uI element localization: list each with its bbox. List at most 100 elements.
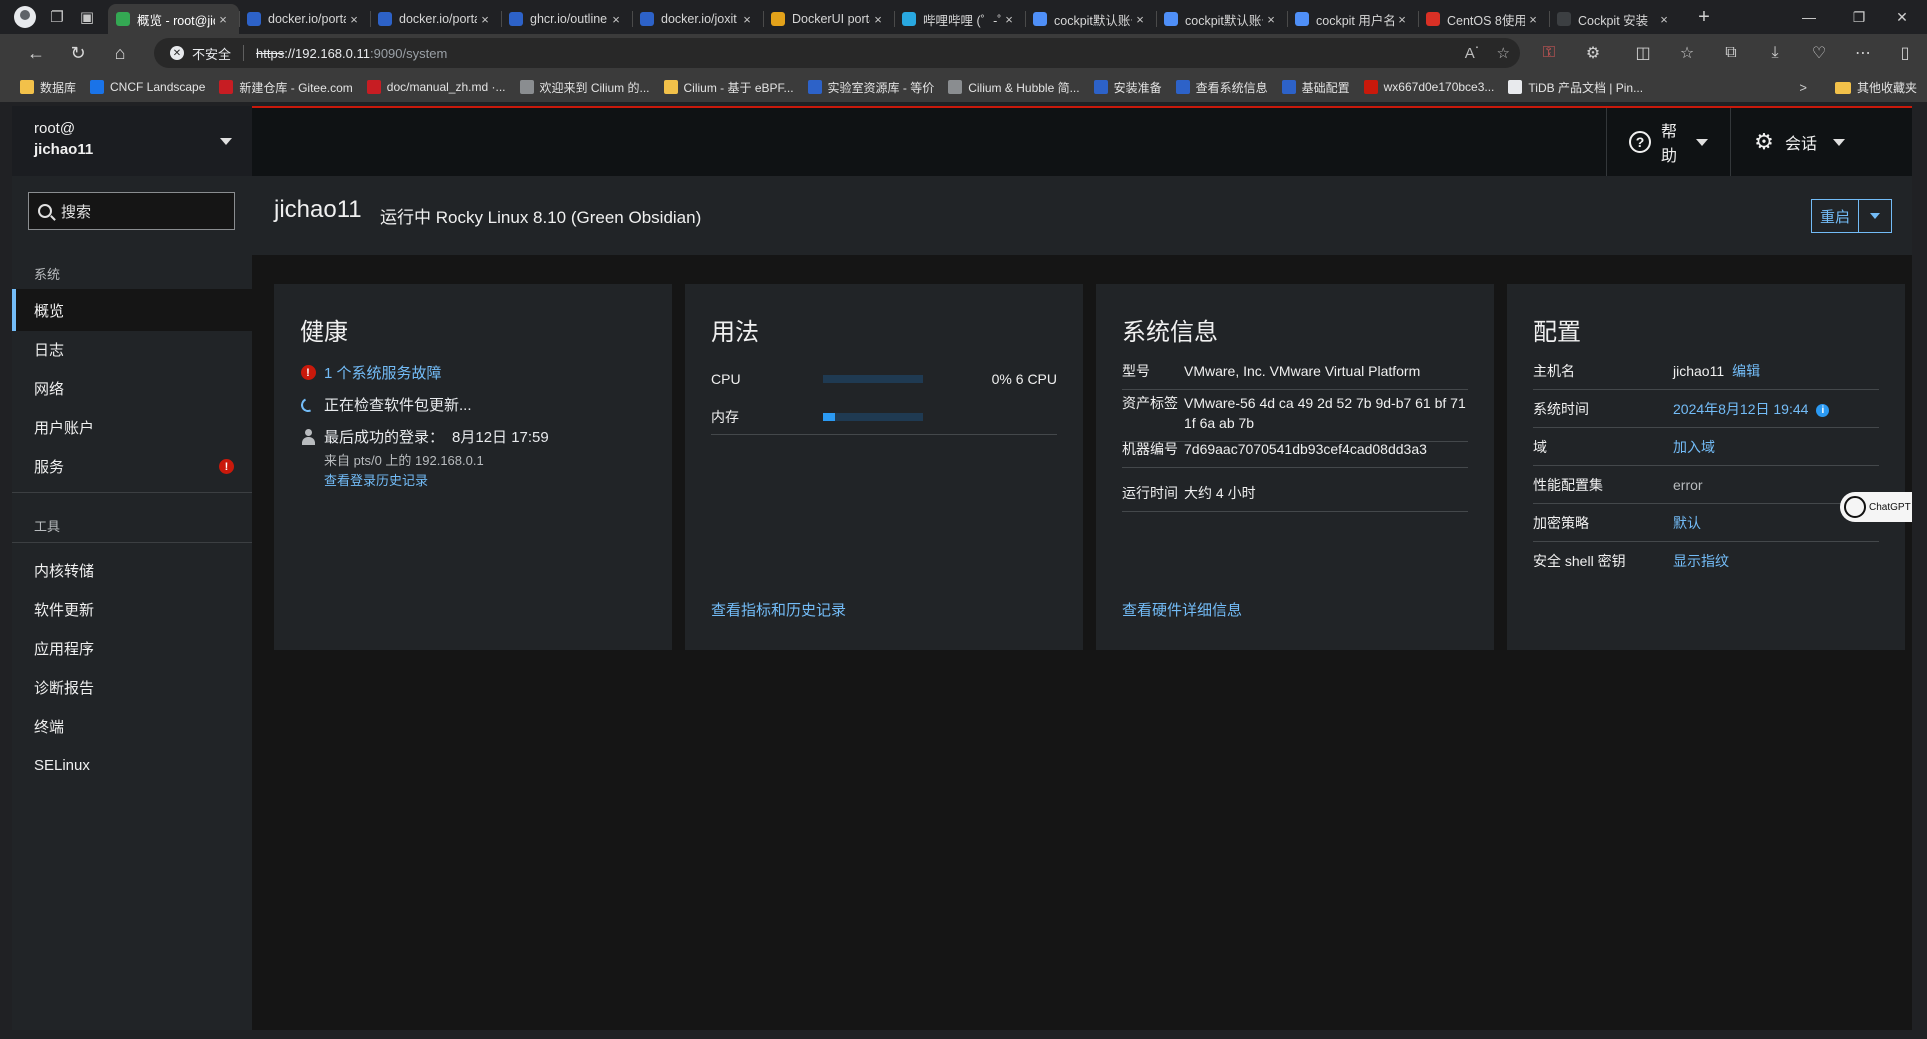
close-tab-icon[interactable]: × [1132, 12, 1148, 27]
close-tab-icon[interactable]: × [870, 12, 886, 27]
edit-hostname-link[interactable]: 编辑 [1732, 363, 1760, 379]
bookmark-favicon-icon [807, 80, 822, 94]
new-tab-button[interactable]: + [1688, 6, 1720, 29]
help-question-glyph: ? [1629, 131, 1651, 153]
close-tab-icon[interactable]: × [1394, 12, 1410, 27]
not-secure-label[interactable]: 不安全 [192, 44, 231, 63]
close-tab-icon[interactable]: × [215, 12, 231, 27]
browser-tab[interactable]: ghcr.io/outline × [501, 4, 632, 34]
more-menu-icon[interactable]: ⋯ [1848, 38, 1878, 68]
session-menu-button[interactable]: ⚙ 会话 [1730, 108, 1874, 176]
bookmark-item[interactable]: 实验室资源库 - 等价 [807, 79, 934, 96]
sidebar-item-label: 网络 [34, 380, 65, 398]
bookmark-item[interactable]: TiDB 产品文档 | Pin... [1508, 79, 1643, 96]
minimize-button[interactable]: — [1784, 0, 1834, 34]
close-tab-icon[interactable]: × [1525, 12, 1541, 27]
sidebar-item-logs[interactable]: 日志 [12, 328, 252, 370]
bookmark-item[interactable]: 欢迎来到 Cilium 的... [519, 79, 650, 96]
close-tab-icon[interactable]: × [1001, 12, 1017, 27]
home-button[interactable]: ⌂ [102, 38, 138, 68]
browser-tab[interactable]: cockpit默认账号× [1025, 4, 1156, 34]
service-failure-link[interactable]: 1 个系统服务故障 [324, 362, 442, 383]
profile-avatar-icon[interactable] [14, 6, 36, 28]
info-icon[interactable]: i [1816, 403, 1830, 417]
sidebar-item-applications[interactable]: 应用程序 [12, 627, 252, 669]
browser-tab[interactable]: docker.io/portainer× [370, 4, 501, 34]
tab-label: docker.io/portainer [399, 12, 477, 26]
bookmark-item[interactable]: 查看系统信息 [1175, 79, 1268, 96]
downloads-icon[interactable]: ⤓ [1760, 38, 1790, 68]
bookmark-item[interactable]: Cilium - 基于 eBPF... [663, 79, 794, 96]
bookmark-item[interactable]: wx667d0e170bce3... [1363, 79, 1494, 96]
collections-icon[interactable]: ⧉ [1716, 38, 1746, 68]
sidebar-item-software-updates[interactable]: 软件更新 [12, 588, 252, 630]
bookmark-item[interactable]: doc/manual_zh.md ·... [366, 79, 506, 96]
close-window-button[interactable]: ✕ [1877, 0, 1927, 34]
close-tab-icon[interactable]: × [608, 12, 624, 27]
hardware-details-link[interactable]: 查看硬件详细信息 [1122, 599, 1242, 620]
system-time-link[interactable]: 2024年8月12日 19:44 [1673, 401, 1808, 417]
extensions-icon[interactable]: ⚙ [1578, 38, 1608, 68]
sidebar-toggle-icon[interactable]: ▯ [1890, 38, 1920, 68]
close-tab-icon[interactable]: × [739, 12, 755, 27]
metrics-history-link[interactable]: 查看指标和历史记录 [711, 599, 846, 620]
show-fingerprints-link[interactable]: 显示指纹 [1673, 551, 1879, 571]
address-bar[interactable]: ✕ 不安全 https://192.168.0.11:9090/system A… [154, 38, 1520, 68]
chatgpt-extension-badge[interactable]: ChatGPT [1840, 492, 1912, 522]
other-bookmarks-label: 其他收藏夹 [1856, 81, 1917, 95]
reload-button[interactable]: ↻ [60, 38, 96, 68]
bookmark-item[interactable]: 基础配置 [1281, 79, 1350, 96]
back-button[interactable]: ← [18, 38, 54, 68]
workspaces-icon[interactable]: ❐ [42, 2, 72, 32]
browser-tab[interactable]: 哔哩哔哩 (゜-゜)× [894, 4, 1025, 34]
bookmark-label: TiDB 产品文档 | Pin... [1528, 80, 1644, 95]
restart-options-toggle[interactable] [1859, 200, 1891, 232]
sidebar-search-input[interactable]: 搜索 [28, 192, 235, 230]
extension-key-icon[interactable]: ⚿ [1534, 38, 1564, 68]
cpu-usage-value: 0% 6 CPU [991, 371, 1057, 387]
close-tab-icon[interactable]: × [1656, 12, 1672, 27]
restart-button[interactable]: 重启 [1812, 200, 1859, 232]
close-tab-icon[interactable]: × [477, 12, 493, 27]
tab-favicon-icon [116, 12, 130, 26]
browser-tab[interactable]: Cockpit 安装 × [1549, 4, 1680, 34]
browser-tab[interactable]: DockerUI portainer× [763, 4, 894, 34]
bookmark-item[interactable]: 新建仓库 - Gitee.com [219, 79, 353, 96]
url-text[interactable]: https://192.168.0.11:9090/system [256, 46, 447, 61]
sidebar-item-diagnostic-reports[interactable]: 诊断报告 [12, 666, 252, 708]
browser-tab[interactable]: 概览 - root@jichao11× [108, 4, 239, 34]
host-switcher[interactable]: root@ jichao11 [12, 106, 252, 176]
close-tab-icon[interactable]: × [1263, 12, 1279, 27]
bookmark-list: 数据库 CNCF Landscape 新建仓库 - Gitee.com doc/man… [20, 79, 1657, 96]
join-domain-link[interactable]: 加入域 [1673, 437, 1879, 457]
close-tab-icon[interactable]: × [346, 12, 362, 27]
login-history-link[interactable]: 查看登录历史记录 [324, 470, 428, 489]
not-secure-icon[interactable]: ✕ [170, 46, 184, 60]
read-aloud-icon[interactable]: Aᐝ [1465, 44, 1479, 62]
sidebar-item-overview[interactable]: 概览 [12, 289, 252, 331]
browser-tab[interactable]: cockpit 用户名 × [1287, 4, 1418, 34]
vertical-tabs-icon[interactable]: ▣ [72, 2, 102, 32]
bookmark-item[interactable]: Cilium & Hubble 简... [948, 79, 1080, 96]
favorite-star-icon[interactable]: ☆ [1497, 44, 1510, 62]
browser-essentials-icon[interactable]: ♡ [1804, 38, 1834, 68]
browser-tab[interactable]: cockpit默认账号× [1156, 4, 1287, 34]
bookmark-item[interactable]: 安装准备 [1093, 79, 1162, 96]
bookmark-item[interactable]: CNCF Landscape [90, 79, 205, 96]
split-screen-icon[interactable]: ◫ [1628, 38, 1658, 68]
other-bookmarks-folder[interactable]: 其他收藏夹 [1834, 79, 1917, 96]
sidebar-item-selinux[interactable]: SELinux [12, 744, 252, 786]
favorites-icon[interactable]: ☆ [1672, 38, 1702, 68]
help-menu-button[interactable]: ? 帮助 [1606, 108, 1730, 176]
sidebar-item-accounts[interactable]: 用户账户 [12, 406, 252, 448]
sidebar-item-networking[interactable]: 网络 [12, 367, 252, 409]
sidebar-item-services[interactable]: 服务! [12, 445, 252, 487]
sidebar-item-kernel-dump[interactable]: 内核转储 [12, 549, 252, 591]
sidebar-item-terminal[interactable]: 终端 [12, 705, 252, 747]
browser-tab[interactable]: docker.io/joxit × [632, 4, 763, 34]
browser-tab[interactable]: docker.io/portainer× [239, 4, 370, 34]
browser-tab[interactable]: CentOS 8使用 × [1418, 4, 1549, 34]
usage-card-title: 用法 [711, 319, 759, 346]
bookmark-item[interactable]: 数据库 [20, 79, 76, 96]
bookmarks-overflow-chevron-icon[interactable]: > [1799, 80, 1807, 95]
